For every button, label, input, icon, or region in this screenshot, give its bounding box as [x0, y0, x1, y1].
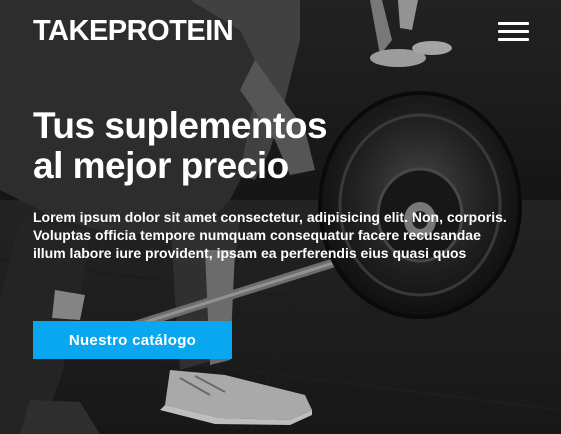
- menu-bar-bottom: [498, 38, 529, 41]
- hamburger-menu-icon[interactable]: [496, 20, 532, 46]
- hero-title-line-2: al mejor precio: [33, 145, 289, 186]
- hero-title-line-1: Tus suplementos: [33, 105, 328, 146]
- catalog-button[interactable]: Nuestro catálogo: [33, 321, 232, 359]
- hero-section: TAKEPROTEIN Tus suplementos al mejor pre…: [0, 0, 561, 434]
- menu-bar-middle: [498, 30, 529, 33]
- brand-logo[interactable]: TAKEPROTEIN: [33, 14, 234, 48]
- hero-title: Tus suplementos al mejor precio: [33, 105, 328, 186]
- menu-bar-top: [498, 22, 529, 25]
- hero-description: Lorem ipsum dolor sit amet consectetur, …: [33, 209, 507, 261]
